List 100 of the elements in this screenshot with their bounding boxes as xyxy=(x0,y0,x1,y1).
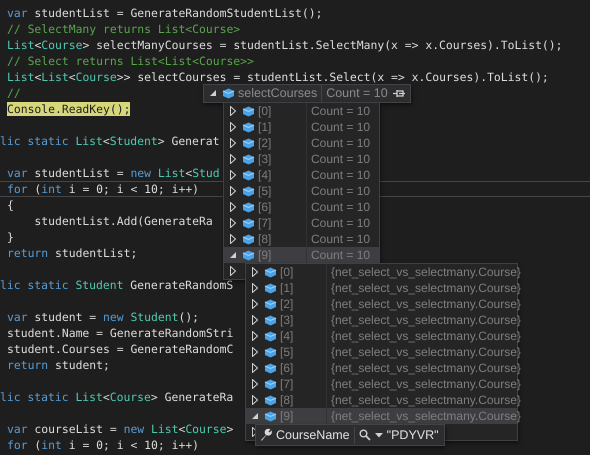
datatip-row[interactable]: [5] Count = 10 xyxy=(224,183,379,199)
item-index: [2] xyxy=(255,135,307,151)
code-token: lic static xyxy=(0,278,70,292)
item-index: [3] xyxy=(255,151,307,167)
code-token: student.Name = GenerateRandomStri xyxy=(7,326,234,340)
item-index: [2] xyxy=(277,296,327,312)
object-icon xyxy=(264,362,277,374)
datatip-row[interactable]: [6] Count = 10 xyxy=(224,199,379,215)
object-icon xyxy=(242,234,255,244)
datatip-row[interactable]: [1] Count = 10 xyxy=(224,119,379,135)
item-index: [6] xyxy=(255,199,307,215)
item-value: {net_select_vs_selectmany.Course} xyxy=(330,264,521,280)
collapsed-arrow-icon[interactable] xyxy=(252,379,258,389)
item-value: Count = 10 xyxy=(310,151,372,167)
collapsed-arrow-icon[interactable] xyxy=(230,106,236,116)
item-value: {net_select_vs_selectmany.Course} xyxy=(330,296,521,312)
collapsed-arrow-icon[interactable] xyxy=(230,218,236,228)
code-token: < xyxy=(34,70,42,84)
item-value: Count = 10 xyxy=(310,119,372,135)
object-icon xyxy=(264,410,277,422)
code-token: Course xyxy=(185,422,226,436)
property-name: CourseName xyxy=(273,426,355,444)
object-icon xyxy=(242,250,255,260)
code-token: lic static xyxy=(0,390,70,404)
code-token: < xyxy=(102,390,110,404)
item-value: Count = 10 xyxy=(310,103,372,119)
code-token: // xyxy=(7,86,21,100)
collapsed-arrow-icon[interactable] xyxy=(230,266,236,276)
code-token: studentList.Add(GenerateRa xyxy=(33,214,213,228)
item-value: Count = 10 xyxy=(310,135,372,151)
collapsed-arrow-icon[interactable] xyxy=(252,315,258,325)
datatip-row[interactable]: [4] Count = 10 xyxy=(224,167,379,183)
object-icon xyxy=(264,282,277,294)
expanded-arrow-icon[interactable] xyxy=(252,412,258,420)
object-icon xyxy=(264,266,277,278)
item-index: [1] xyxy=(277,280,327,296)
item-value: Count = 10 xyxy=(310,183,372,199)
collapsed-arrow-icon[interactable] xyxy=(230,170,236,180)
code-token: studentList; xyxy=(54,246,138,260)
item-index: [0] xyxy=(277,264,327,280)
datatip-row[interactable]: [9] Count = 10 xyxy=(224,247,379,263)
item-value: {net_select_vs_selectmany.Course} xyxy=(330,344,521,360)
code-token: > selectManyCourses = studentList.SelectMany(x => x.Courses).ToList(); xyxy=(82,38,562,52)
code-token: < xyxy=(34,38,42,52)
dropdown-caret-icon[interactable] xyxy=(374,432,383,438)
collapsed-arrow-icon[interactable] xyxy=(230,154,236,164)
expanded-arrow-icon[interactable] xyxy=(210,90,216,97)
code-token: var xyxy=(7,422,28,436)
collapsed-arrow-icon[interactable] xyxy=(230,186,236,196)
code-token: int xyxy=(41,182,62,196)
object-icon xyxy=(264,378,277,390)
code-token: lic static xyxy=(0,134,70,148)
item-value: Count = 10 xyxy=(310,167,372,183)
property-value: "PDYVR" xyxy=(386,426,440,444)
datatip-row[interactable]: [0] Count = 10 xyxy=(224,103,379,119)
code-token: (); xyxy=(178,310,200,324)
datatip-row[interactable]: [7] Count = 10 xyxy=(224,215,379,231)
object-icon xyxy=(264,314,277,326)
item-index: [5] xyxy=(277,344,327,360)
object-icon xyxy=(242,218,255,228)
code-token: < xyxy=(102,134,110,148)
item-index: [7] xyxy=(277,376,327,392)
code-token: ( xyxy=(33,438,42,452)
collapsed-arrow-icon[interactable] xyxy=(252,283,258,293)
expanded-arrow-icon[interactable] xyxy=(230,252,236,258)
collapsed-arrow-icon[interactable] xyxy=(230,234,236,244)
code-token: } xyxy=(7,230,14,244)
object-icon xyxy=(242,186,255,196)
wrench-icon xyxy=(259,428,273,442)
object-icon xyxy=(264,330,277,342)
code-token: Course xyxy=(41,38,82,52)
datatip-row[interactable]: [2] Count = 10 xyxy=(224,135,379,151)
pin-icon[interactable] xyxy=(392,89,406,98)
code-token: Course xyxy=(76,70,117,84)
object-icon xyxy=(242,170,255,180)
datatip-row[interactable]: [3] Count = 10 xyxy=(224,151,379,167)
code-token: return xyxy=(7,246,48,260)
code-token: studentList = GenerateRandomStudentList(); xyxy=(33,6,322,20)
item-value: Count = 10 xyxy=(310,215,372,231)
collapsed-arrow-icon[interactable] xyxy=(252,347,258,357)
collapsed-arrow-icon[interactable] xyxy=(252,267,258,277)
collapsed-arrow-icon[interactable] xyxy=(252,395,258,405)
item-index: [4] xyxy=(255,167,307,183)
code-token: GenerateRandomS xyxy=(129,278,234,292)
object-icon xyxy=(242,154,255,164)
collapsed-arrow-icon[interactable] xyxy=(252,363,258,373)
collapsed-arrow-icon[interactable] xyxy=(252,299,258,309)
collapsed-arrow-icon[interactable] xyxy=(230,122,236,132)
variable-value: Count = 10 xyxy=(325,85,389,102)
item-value: {net_select_vs_selectmany.Course} xyxy=(330,312,521,328)
object-icon xyxy=(264,394,277,406)
code-token: i = 0; i < 10; i++) xyxy=(68,438,200,452)
collapsed-arrow-icon[interactable] xyxy=(230,138,236,148)
search-icon[interactable] xyxy=(358,429,371,441)
item-index: [1] xyxy=(255,119,307,135)
collapsed-arrow-icon[interactable] xyxy=(230,202,236,212)
item-value: Count = 10 xyxy=(310,247,372,263)
collapsed-arrow-icon[interactable] xyxy=(252,331,258,341)
current-statement: Console.ReadKey(); xyxy=(7,102,130,116)
code-token: Student xyxy=(110,134,158,148)
